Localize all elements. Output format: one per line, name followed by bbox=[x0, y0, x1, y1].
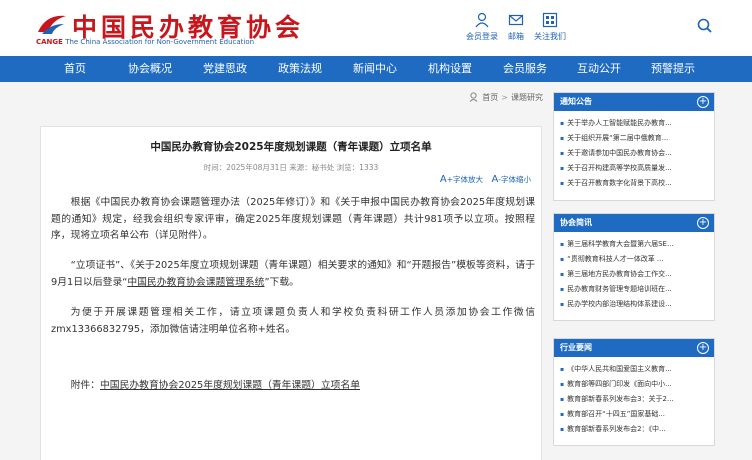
list-item[interactable]: 关于召开构建高等学校高质量发... bbox=[560, 161, 710, 176]
list-item[interactable]: 《中华人民共和国爱国主义教育... bbox=[560, 362, 710, 377]
site-header: 中国民办教育协会 CANGE The China Association for… bbox=[0, 0, 752, 56]
location-icon bbox=[469, 92, 478, 102]
article-panel: 中国民办教育协会2025年度规划课题（青年课题）立项名单 时间：2025年08月… bbox=[40, 126, 542, 460]
breadcrumb-separator: > bbox=[501, 93, 508, 102]
industry-news-title: 行业要闻 bbox=[560, 343, 592, 352]
nav-item-warning[interactable]: 预警提示 bbox=[635, 56, 711, 82]
list-item[interactable]: 教育部新春系列发布会2：《中... bbox=[560, 422, 710, 437]
follow-us-link[interactable]: 关注我们 bbox=[528, 12, 572, 42]
news-box: 协会简讯 + 第三届科学教育大会暨第六届SE... “贯彻教育科技人才一体改革 … bbox=[553, 213, 715, 321]
news-title: 协会简讯 bbox=[560, 218, 592, 227]
mail-icon bbox=[508, 14, 524, 26]
list-item[interactable]: 关于举办人工智能赋能民办教育... bbox=[560, 116, 710, 131]
font-size-controls: A+字体放大 A-字体缩小 bbox=[434, 174, 531, 185]
nav-item-policy[interactable]: 政策法规 bbox=[262, 56, 338, 82]
system-link[interactable]: 中国民办教育协会课题管理系统 bbox=[127, 277, 264, 288]
list-item[interactable]: “贯彻教育科技人才一体改革 ... bbox=[560, 252, 710, 267]
nav-item-organization[interactable]: 机构设置 bbox=[412, 56, 488, 82]
article-paragraph: 根据《中国民办教育协会课题管理办法（2025年修订）》和《关于申报中国民办教育协… bbox=[51, 197, 535, 241]
nav-item-about[interactable]: 协会概况 bbox=[112, 56, 188, 82]
font-smaller-button[interactable]: A-字体缩小 bbox=[491, 174, 531, 185]
notice-title: 通知公告 bbox=[560, 97, 592, 106]
main-nav: 首页 协会概况 党建思政 政策法规 新闻中心 机构设置 会员服务 互动公开 预警… bbox=[0, 56, 752, 82]
article-title: 中国民办教育协会2025年度规划课题（青年课题）立项名单 bbox=[150, 141, 432, 153]
list-item[interactable]: 民办教育财务管理专题培训班在... bbox=[560, 282, 710, 297]
logo-english-name: CANGE The China Association for Non-Gove… bbox=[36, 38, 255, 46]
search-icon[interactable] bbox=[697, 18, 712, 33]
attachment: 附件：中国民办教育协会2025年度规划课题（青年课题）立项名单 bbox=[70, 380, 361, 391]
article-paragraph: 为便于开展课题管理相关工作，请立项课题负责人和学校负责科研工作人员添加协会工作微… bbox=[51, 307, 535, 335]
logo-mark-icon bbox=[38, 15, 66, 34]
notice-box: 通知公告 + 关于举办人工智能赋能民办教育... 关于组织开展“第二届中俄教育.… bbox=[553, 92, 715, 201]
list-item[interactable]: 关于组织开展“第二届中俄教育... bbox=[560, 131, 710, 146]
industry-news-box: 行业要闻 + 《中华人民共和国爱国主义教育... 教育部等四部门印发《面向中小.… bbox=[553, 338, 715, 446]
breadcrumb: 首页 > 课题研究 bbox=[469, 92, 543, 103]
list-item[interactable]: 第三届地方民办教育协会工作交... bbox=[560, 267, 710, 282]
list-item[interactable]: 民办学校内部治理结构体系建设... bbox=[560, 297, 710, 312]
nav-item-home[interactable]: 首页 bbox=[37, 56, 113, 82]
nav-item-news[interactable]: 新闻中心 bbox=[337, 56, 413, 82]
article-paragraph: “立项证书”、《关于2025年度立项规划课题（青年课题）相关要求的通知》和“开题… bbox=[51, 260, 535, 288]
list-item[interactable]: 教育部召开“十四五”国家基础... bbox=[560, 407, 710, 422]
article-meta: 时间：2025年08月31日 来源：秘书处 浏览：1333 bbox=[203, 163, 379, 172]
list-item[interactable]: 教育部等四部门印发《面向中小... bbox=[560, 377, 710, 392]
list-item[interactable]: 关于邀请参加中国民办教育协会... bbox=[560, 146, 710, 161]
breadcrumb-current[interactable]: 课题研究 bbox=[511, 93, 543, 102]
list-item[interactable]: 第三届科学教育大会暨第六届SE... bbox=[560, 237, 710, 252]
font-larger-button[interactable]: A+字体放大 bbox=[440, 174, 483, 185]
list-item[interactable]: 关于召开教育数字化背景下高校... bbox=[560, 176, 710, 191]
plus-icon[interactable]: + bbox=[697, 96, 709, 108]
plus-icon[interactable]: + bbox=[697, 342, 709, 354]
plus-icon[interactable]: + bbox=[697, 217, 709, 229]
nav-item-party[interactable]: 党建思政 bbox=[187, 56, 263, 82]
breadcrumb-home[interactable]: 首页 bbox=[482, 93, 498, 102]
attachment-link[interactable]: 中国民办教育协会2025年度规划课题（青年课题）立项名单 bbox=[100, 380, 360, 391]
nav-item-interaction[interactable]: 互动公开 bbox=[561, 56, 637, 82]
list-item[interactable]: 教育部新春系列发布会3：关于2... bbox=[560, 392, 710, 407]
nav-item-member-service[interactable]: 会员服务 bbox=[487, 56, 563, 82]
user-icon bbox=[475, 12, 489, 28]
qrcode-icon bbox=[542, 12, 558, 28]
